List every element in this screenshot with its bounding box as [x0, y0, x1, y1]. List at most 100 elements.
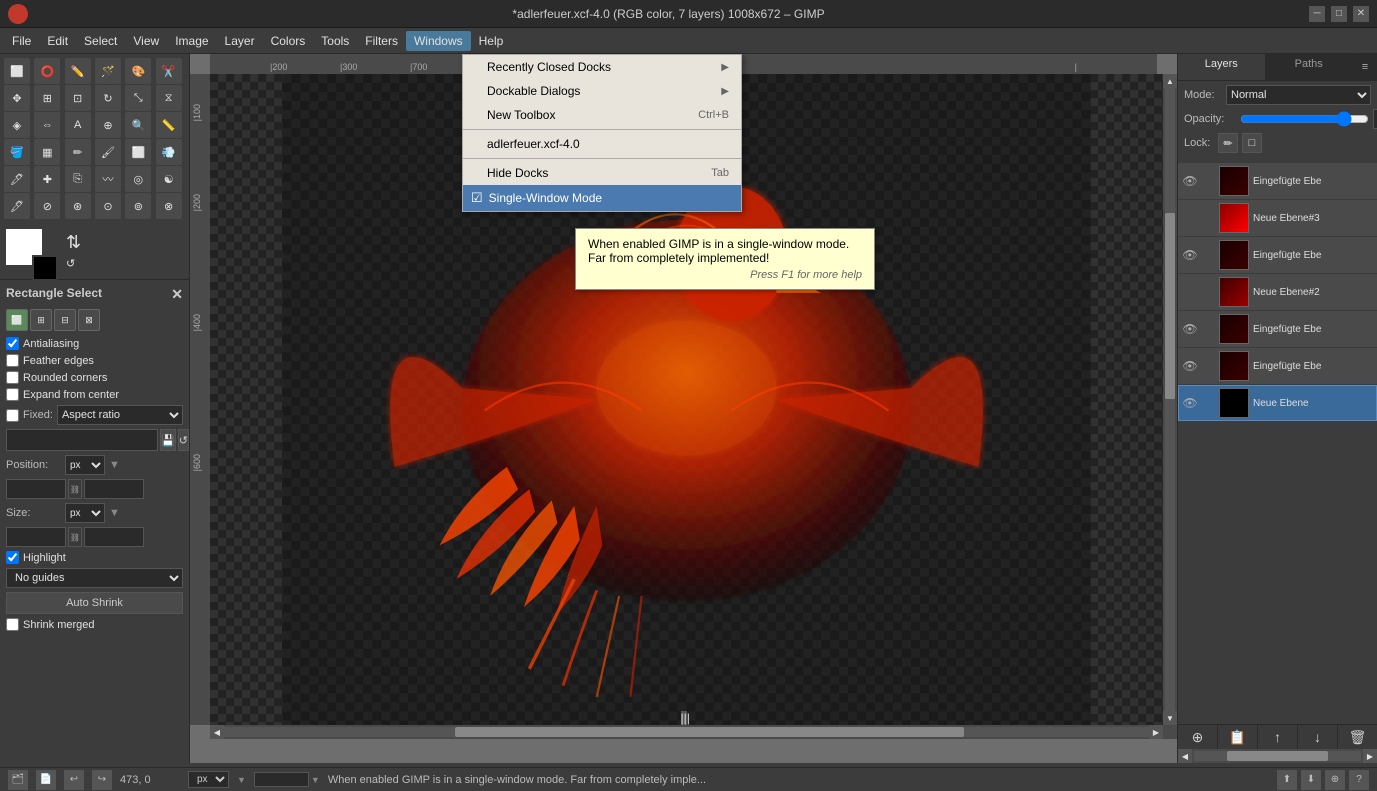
tab-layers[interactable]: Layers [1178, 54, 1266, 80]
layer-item[interactable]: 👁 Eingefügte Ebe [1178, 311, 1377, 347]
status-export-icon[interactable]: ⬆ [1277, 770, 1297, 790]
shrink-merged-checkbox[interactable] [6, 618, 19, 631]
rp-hscroll-thumb[interactable] [1227, 751, 1327, 761]
tool-ink[interactable]: 🖊 [4, 166, 30, 192]
tool-smudge[interactable]: 〰 [95, 166, 121, 192]
status-help-icon[interactable]: ? [1349, 770, 1369, 790]
tool-options-close-icon[interactable]: ✕ [171, 286, 183, 303]
right-hscrollbar[interactable]: ◀ ▶ [1178, 749, 1377, 763]
vscroll-thumb[interactable] [1165, 213, 1175, 400]
menu-item-recently-closed[interactable]: Recently Closed Docks ▶ [463, 55, 741, 79]
mode-add[interactable]: ⊞ [30, 309, 52, 331]
hscroll-thumb[interactable] [455, 727, 964, 737]
tool-extra2[interactable]: ⊙ [95, 193, 121, 219]
menu-edit[interactable]: Edit [39, 31, 76, 51]
menu-colors[interactable]: Colors [263, 31, 314, 51]
status-redo-icon[interactable]: ↪ [92, 770, 112, 790]
tool-paintbrush[interactable]: 🖌 [95, 139, 121, 165]
status-unit-select[interactable]: px [188, 771, 229, 788]
canvas-hscrollbar[interactable]: ◀ ▶ [210, 725, 1163, 739]
layer-visibility-icon[interactable]: 👁 [1183, 359, 1197, 373]
hscroll-right-btn[interactable]: ▶ [1149, 725, 1163, 739]
right-panel-menu-icon[interactable]: ≡ [1353, 54, 1377, 80]
tool-perspective[interactable]: ◈ [4, 112, 30, 138]
tool-ellipse-select[interactable]: ⭕ [34, 58, 60, 84]
layer-mode-select[interactable]: Normal [1226, 85, 1371, 105]
tool-heal[interactable]: ✚ [34, 166, 60, 192]
layer-visibility-icon[interactable]: 👁 [1183, 248, 1197, 262]
color-swatches[interactable] [6, 229, 50, 273]
foreground-color-swatch[interactable] [32, 255, 58, 281]
antialiasing-checkbox[interactable] [6, 337, 19, 350]
minimize-button[interactable]: ─ [1309, 6, 1325, 22]
tool-scissors[interactable]: ✂️ [156, 58, 182, 84]
vscroll-up-btn[interactable]: ▲ [1163, 74, 1177, 88]
position-unit-select[interactable]: px [65, 455, 105, 475]
status-icon-2[interactable]: 📄 [36, 770, 56, 790]
tool-dodge-burn[interactable]: ☯ [156, 166, 182, 192]
tool-blend[interactable]: ▦ [34, 139, 60, 165]
tool-iscissors[interactable]: ⊘ [34, 193, 60, 219]
tool-airbrush[interactable]: 💨 [156, 139, 182, 165]
mode-subtract[interactable]: ⊟ [54, 309, 76, 331]
feather-edges-checkbox[interactable] [6, 354, 19, 367]
menu-file[interactable]: File [4, 31, 39, 51]
highlight-checkbox[interactable] [6, 551, 19, 564]
size-w-input[interactable]: 772 [6, 527, 66, 547]
menu-windows[interactable]: Windows [406, 31, 471, 51]
menu-help[interactable]: Help [471, 31, 512, 51]
tool-free-select[interactable]: ✏️ [65, 58, 91, 84]
menu-item-adlerfeuer[interactable]: adlerfeuer.xcf-4.0 [463, 132, 741, 156]
menu-select[interactable]: Select [76, 31, 125, 51]
position-y-input[interactable]: 14 [84, 479, 144, 499]
layer-item[interactable]: 👁 Eingefügte Ebe [1178, 237, 1377, 273]
tool-clone[interactable]: ⎘ [65, 166, 91, 192]
fixed-checkbox[interactable] [6, 409, 19, 422]
canvas-vscrollbar[interactable]: ▲ ▼ [1163, 74, 1177, 725]
status-import-icon[interactable]: ⬇ [1301, 770, 1321, 790]
tool-eraser[interactable]: ⬜ [125, 139, 151, 165]
tab-paths[interactable]: Paths [1266, 54, 1354, 80]
layer-visibility-icon[interactable]: 👁 [1183, 322, 1197, 336]
menu-view[interactable]: View [125, 31, 167, 51]
tool-rectangle-select[interactable]: ⬜ [4, 58, 30, 84]
new-from-visible-button[interactable]: 📋 [1218, 725, 1258, 749]
status-zoom-arrow[interactable]: ▼ [311, 775, 320, 785]
rp-hscroll-left-btn[interactable]: ◀ [1178, 749, 1192, 763]
menu-filters[interactable]: Filters [357, 31, 406, 51]
status-zoom-input[interactable]: 100% [254, 772, 309, 787]
fixed-type-select[interactable]: Aspect ratio Width Height Size [57, 405, 183, 425]
layer-visibility-icon[interactable]: 👁 [1183, 174, 1197, 188]
reset-colors-icon[interactable]: ↺ [66, 257, 81, 270]
swap-colors-icon[interactable]: ⇅ [66, 232, 81, 253]
layer-visibility-icon[interactable]: 👁 [1183, 396, 1197, 410]
layer-visibility-icon[interactable] [1183, 285, 1197, 299]
rounded-corners-checkbox[interactable] [6, 371, 19, 384]
layer-opacity-input[interactable]: 84.8 [1373, 109, 1377, 129]
tool-color-picker[interactable]: ⊕ [95, 112, 121, 138]
layer-item-active[interactable]: 👁 Neue Ebene [1178, 385, 1377, 421]
tool-select-by-color[interactable]: 🎨 [125, 58, 151, 84]
menu-layer[interactable]: Layer [217, 31, 263, 51]
auto-shrink-button[interactable]: Auto Shrink [6, 592, 183, 614]
layer-visibility-icon[interactable] [1183, 211, 1197, 225]
position-x-input[interactable]: 172 [6, 479, 66, 499]
lock-pixels-btn[interactable]: ✏ [1218, 133, 1238, 153]
tool-convolve[interactable]: ◎ [125, 166, 151, 192]
tool-measure[interactable]: 📏 [156, 112, 182, 138]
tool-magnify[interactable]: 🔍 [125, 112, 151, 138]
expand-from-center-checkbox[interactable] [6, 388, 19, 401]
layer-item[interactable]: 👁 Eingefügte Ebe [1178, 163, 1377, 199]
current-value-input[interactable]: Current [6, 429, 158, 451]
status-undo-icon[interactable]: ↩ [64, 770, 84, 790]
tool-crop[interactable]: ⊡ [65, 85, 91, 111]
menu-item-hide-docks[interactable]: Hide Docks Tab [463, 161, 741, 185]
tool-fuzzy-select[interactable]: 🪄 [95, 58, 121, 84]
lock-alpha-btn[interactable]: □ [1242, 133, 1262, 153]
tool-extra3[interactable]: ⊚ [125, 193, 151, 219]
delete-layer-button[interactable]: 🗑 [1338, 725, 1377, 749]
mode-replace[interactable]: ⬜ [6, 309, 28, 331]
tool-pencil[interactable]: ✏ [65, 139, 91, 165]
layer-item[interactable]: Neue Ebene#2 [1178, 274, 1377, 310]
lower-layer-button[interactable]: ↓ [1298, 725, 1338, 749]
